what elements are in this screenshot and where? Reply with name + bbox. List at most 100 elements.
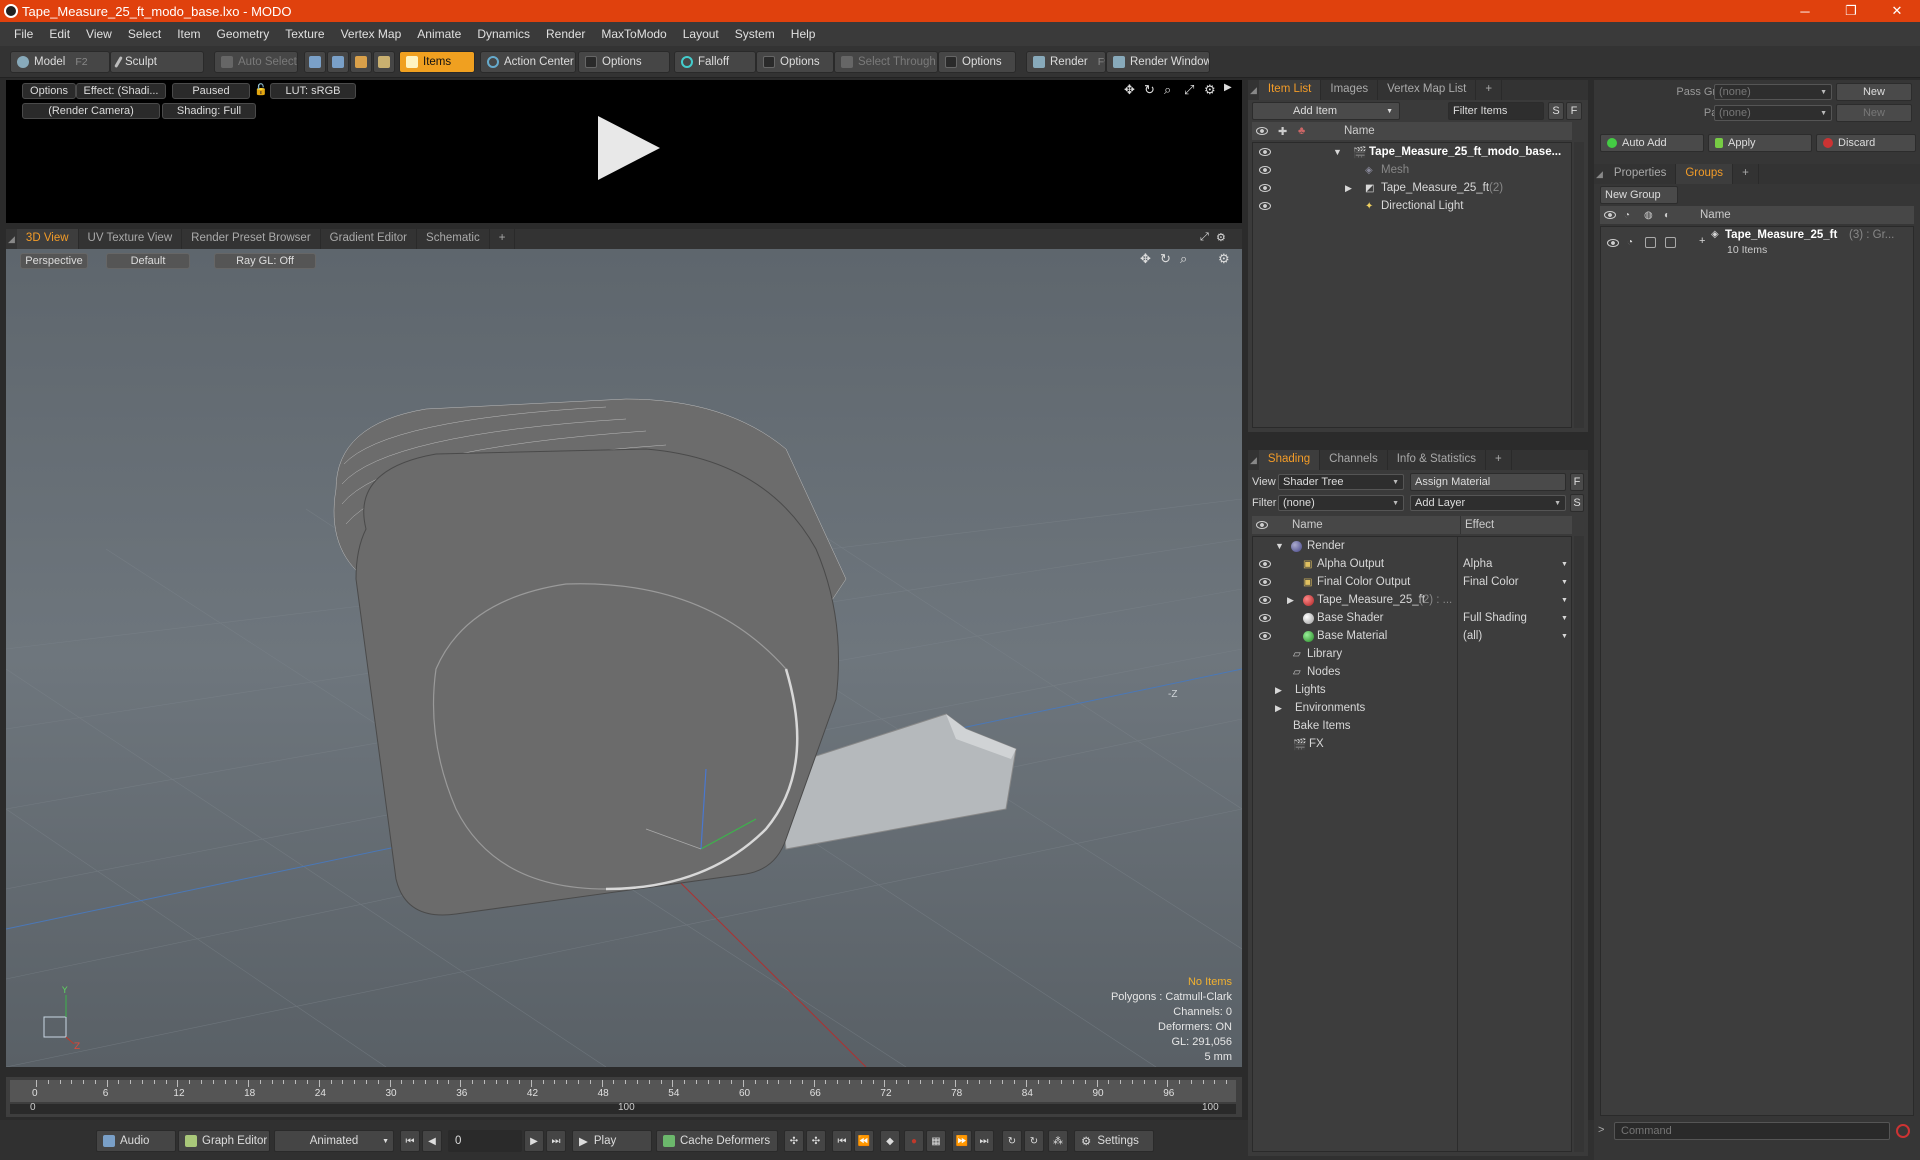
item-list-scrollbar[interactable] xyxy=(1574,142,1584,428)
apply-button[interactable]: Apply xyxy=(1708,134,1812,152)
filter-items-input[interactable]: Filter Items xyxy=(1448,102,1544,120)
add-item-dropdown[interactable]: Add Item ▼ xyxy=(1252,102,1400,120)
shading-style-dropdown[interactable]: Default xyxy=(106,253,190,269)
preview-options-button[interactable]: Options xyxy=(22,83,76,99)
menu-layout[interactable]: Layout xyxy=(675,27,727,41)
vertex-mode-button[interactable] xyxy=(304,51,326,73)
first-frame-button[interactable]: ⏮ xyxy=(400,1130,420,1152)
menu-system[interactable]: System xyxy=(727,27,783,41)
viewport-rotate-icon[interactable]: ↻ xyxy=(1160,251,1171,267)
item-row-group[interactable]: ▶ ◩ Tape_Measure_25_ft (2) xyxy=(1253,179,1573,197)
menu-select[interactable]: Select xyxy=(120,27,169,41)
render-button[interactable]: Render F9 xyxy=(1026,51,1106,73)
passes-dropdown[interactable]: (none) xyxy=(1714,105,1832,121)
expand-plus-icon[interactable]: + xyxy=(1699,235,1705,247)
paused-button[interactable]: Paused xyxy=(172,83,250,99)
falloff-options-button[interactable]: Options xyxy=(756,51,834,73)
effect-dropdown-arrow-icon[interactable]: ▼ xyxy=(1561,615,1568,622)
tab-vertex-map-list[interactable]: Vertex Map List xyxy=(1378,80,1477,100)
expand-arrow-icon[interactable]: ▶ xyxy=(1287,595,1294,606)
select-options-button[interactable]: Options xyxy=(938,51,1016,73)
shader-row-material-group[interactable]: ▶ Tape_Measure_25_ft (2) : ... ▼ xyxy=(1253,591,1573,609)
item-list-s-button[interactable]: S xyxy=(1548,102,1564,120)
shader-row-environments[interactable]: ▶ Environments xyxy=(1253,699,1573,717)
expand-arrow-icon[interactable]: ▶ xyxy=(1275,685,1282,696)
auto-select-button[interactable]: Auto Select xyxy=(214,51,298,73)
polygon-mode-button[interactable] xyxy=(350,51,372,73)
audio-button[interactable]: Audio xyxy=(96,1130,176,1152)
play-icon[interactable] xyxy=(592,112,664,184)
shader-row-lights[interactable]: ▶ Lights xyxy=(1253,681,1573,699)
gear-icon[interactable]: ⚙ xyxy=(1204,82,1216,98)
add-tab-button[interactable]: + xyxy=(1476,80,1503,100)
tab-schematic[interactable]: Schematic xyxy=(417,229,490,249)
last-key-icon[interactable]: ⏭ xyxy=(974,1130,994,1152)
tab-channels[interactable]: Channels xyxy=(1320,450,1388,470)
sculpt-button[interactable]: Sculpt xyxy=(110,51,204,73)
new-pass-group-button[interactable]: New xyxy=(1836,83,1912,101)
lut-dropdown[interactable]: LUT: sRGB xyxy=(270,83,356,99)
add-tab-button[interactable]: + xyxy=(1733,164,1759,184)
timeline[interactable]: 0 6 12 18 24 30 36 42 48 54 60 66 72 78 84 90 96 0 100 1… xyxy=(6,1077,1242,1117)
material-mode-button[interactable] xyxy=(373,51,395,73)
viewport-move-icon[interactable]: ✥ xyxy=(1140,251,1151,267)
render-toggle-icon[interactable]: ◔ xyxy=(1627,237,1633,248)
assign-material-button[interactable]: Assign Material xyxy=(1410,473,1566,491)
visibility-eye-icon[interactable] xyxy=(1259,166,1271,174)
lock-icon[interactable]: 🔓 xyxy=(254,83,268,96)
visibility-eye-icon[interactable] xyxy=(1259,148,1271,156)
menu-texture[interactable]: Texture xyxy=(277,27,332,41)
tab-properties[interactable]: Properties xyxy=(1605,164,1677,184)
shader-row-bake-items[interactable]: Bake Items xyxy=(1253,717,1573,735)
tab-images[interactable]: Images xyxy=(1321,80,1379,100)
frame-input[interactable]: 0 xyxy=(448,1130,522,1152)
new-pass-button[interactable]: New xyxy=(1836,104,1912,122)
visibility-eye-icon[interactable] xyxy=(1259,596,1271,604)
auto-add-button[interactable]: Auto Add xyxy=(1600,134,1704,152)
add-tab-button[interactable]: + xyxy=(1486,450,1512,470)
expand-arrow-icon[interactable]: ▶ xyxy=(1345,183,1352,194)
lock-checkbox[interactable] xyxy=(1645,237,1656,248)
alpha-effect[interactable]: Alpha xyxy=(1463,558,1492,570)
effect-dropdown-arrow-icon[interactable]: ▼ xyxy=(1561,633,1568,640)
viewport-zoom-icon[interactable]: ⌕ xyxy=(1180,251,1187,267)
next-key-2-icon[interactable]: ⏩ xyxy=(952,1130,972,1152)
items-mode-button[interactable]: Items xyxy=(399,51,475,73)
maximize-icon[interactable]: ⤢ xyxy=(1184,82,1194,98)
3d-viewport[interactable]: Y Z Perspective Default Ray GL: Off ✥ ↻ … xyxy=(6,249,1242,1067)
base-material-effect[interactable]: (all) xyxy=(1463,630,1482,642)
menu-vertex-map[interactable]: Vertex Map xyxy=(333,27,410,41)
effect-dropdown[interactable]: Effect: (Shadi... xyxy=(76,83,166,99)
final-color-effect[interactable]: Final Color xyxy=(1463,576,1519,588)
perspective-dropdown[interactable]: Perspective xyxy=(20,253,88,269)
last-frame-button[interactable]: ⏭ xyxy=(546,1130,566,1152)
restore-button[interactable]: ❐ xyxy=(1828,0,1874,22)
minimize-button[interactable]: ─ xyxy=(1782,0,1828,22)
effect-dropdown-arrow-icon[interactable]: ▼ xyxy=(1561,597,1568,604)
shader-row-library[interactable]: ▱ Library xyxy=(1253,645,1573,663)
model-button[interactable]: Model F2 xyxy=(10,51,110,73)
rotate-icon[interactable]: ↻ xyxy=(1144,82,1155,98)
move-icon[interactable]: ✥ xyxy=(1124,82,1135,98)
zoom-icon[interactable]: ⌕ xyxy=(1164,82,1171,98)
shader-row-base-material[interactable]: Base Material (all) ▼ xyxy=(1253,627,1573,645)
item-row-scene[interactable]: ▼ 🎬 Tape_Measure_25_ft_modo_base... xyxy=(1253,143,1573,161)
menu-geometry[interactable]: Geometry xyxy=(209,27,278,41)
shading-s-button[interactable]: S xyxy=(1570,494,1584,512)
expand-arrow-icon[interactable]: ▼ xyxy=(1333,147,1342,157)
shading-f-button[interactable]: F xyxy=(1570,473,1584,491)
graph-editor-button[interactable]: Graph Editor xyxy=(178,1130,270,1152)
select-checkbox[interactable] xyxy=(1665,237,1676,248)
visibility-eye-icon[interactable] xyxy=(1607,239,1619,247)
command-history-icon[interactable] xyxy=(1896,1124,1910,1138)
tab-groups[interactable]: Groups xyxy=(1676,164,1734,184)
raygl-dropdown[interactable]: Ray GL: Off xyxy=(214,253,316,269)
shading-dropdown[interactable]: Shading: Full xyxy=(162,103,256,119)
close-button[interactable]: ✕ xyxy=(1874,0,1920,22)
effect-dropdown-arrow-icon[interactable]: ▼ xyxy=(1561,579,1568,586)
record-icon[interactable]: ● xyxy=(904,1130,924,1152)
menu-maxtomodo[interactable]: MaxToModo xyxy=(593,27,674,41)
loop-2-icon[interactable]: ↻ xyxy=(1024,1130,1044,1152)
loop-icon[interactable]: ↻ xyxy=(1002,1130,1022,1152)
falloff-button[interactable]: Falloff xyxy=(674,51,756,73)
